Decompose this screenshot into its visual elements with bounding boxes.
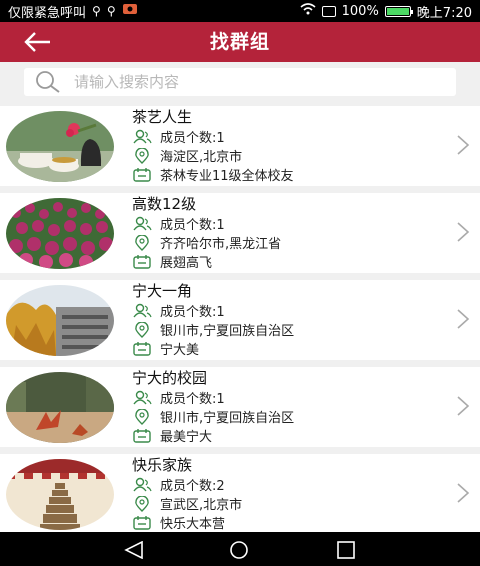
people-icon [132, 216, 152, 232]
member-count: 成员个数:1 [160, 131, 225, 146]
calendar-icon [132, 515, 152, 531]
group-description: 快乐大本营 [160, 517, 226, 532]
wifi-icon [300, 3, 316, 19]
group-avatar [6, 198, 114, 269]
group-avatar [6, 111, 114, 182]
group-description: 宁大美 [160, 343, 200, 358]
system-nav-bar [0, 532, 480, 566]
location-pin-icon [132, 495, 152, 512]
location-pin-icon [132, 408, 152, 425]
search-area [0, 62, 480, 98]
group-name: 茶艺人生 [132, 108, 193, 126]
list-item[interactable]: 高数12级 成员个数:1 齐齐哈尔市,黑龙江省 展翅高飞 [0, 193, 480, 273]
people-icon [132, 390, 152, 406]
back-triangle-icon[interactable] [124, 541, 144, 559]
chevron-right-icon [457, 483, 470, 503]
member-count: 成员个数:1 [160, 392, 225, 407]
member-count: 成员个数:2 [160, 479, 225, 494]
group-location: 银川市,宁夏回族自治区 [160, 324, 295, 339]
calendar-icon [132, 254, 152, 270]
clock: 晚上7:20 [416, 5, 472, 21]
page-title: 找群组 [209, 31, 270, 53]
chevron-right-icon [457, 309, 470, 329]
member-count: 成员个数:1 [160, 218, 225, 233]
group-description: 最美宁大 [160, 430, 213, 445]
group-name: 快乐家族 [132, 456, 193, 474]
battery-percent: 100% [341, 3, 379, 19]
group-description: 茶林专业11级全体校友 [160, 169, 294, 184]
people-icon [132, 129, 152, 145]
group-avatar [6, 285, 114, 356]
search-icon [36, 71, 60, 93]
group-name: 宁大的校园 [132, 369, 208, 387]
header-bar: 找群组 [0, 22, 480, 62]
usb-icon: ⚲ [106, 4, 116, 18]
group-name: 高数12级 [132, 195, 197, 213]
group-list: 茶艺人生 成员个数:1 海淀区,北京市 茶林专业11级全体校友 高数12级 成员… [0, 106, 480, 532]
list-item[interactable]: 快乐家族 成员个数:2 宣武区,北京市 快乐大本营 [0, 454, 480, 532]
people-icon [132, 303, 152, 319]
chevron-right-icon [457, 222, 470, 242]
group-location: 宣武区,北京市 [160, 498, 243, 513]
group-avatar [6, 459, 114, 530]
group-location: 银川市,宁夏回族自治区 [160, 411, 295, 426]
list-item[interactable]: 茶艺人生 成员个数:1 海淀区,北京市 茶林专业11级全体校友 [0, 106, 480, 186]
calendar-icon [132, 428, 152, 444]
chevron-right-icon [457, 396, 470, 416]
status-bar: 仅限紧急呼叫 ⚲ ⚲ 100% 晚上7:20 [0, 0, 480, 22]
group-avatar [6, 372, 114, 443]
group-location: 齐齐哈尔市,黑龙江省 [160, 237, 282, 252]
calendar-icon [132, 341, 152, 357]
sim-icon [321, 5, 336, 17]
member-count: 成员个数:1 [160, 305, 225, 320]
location-pin-icon [132, 147, 152, 164]
location-pin-icon [132, 321, 152, 338]
chevron-right-icon [457, 135, 470, 155]
search-box[interactable] [24, 68, 456, 96]
calendar-icon [132, 167, 152, 183]
notification-icon [122, 3, 138, 19]
recents-square-icon[interactable] [336, 541, 356, 559]
group-location: 海淀区,北京市 [160, 150, 243, 165]
location-pin-icon [132, 234, 152, 251]
carrier-text: 仅限紧急呼叫 [8, 5, 87, 21]
search-input[interactable] [72, 72, 436, 92]
home-circle-icon[interactable] [229, 541, 249, 559]
usb-icon: ⚲ [92, 4, 101, 18]
people-icon [132, 477, 152, 493]
list-item[interactable]: 宁大一角 成员个数:1 银川市,宁夏回族自治区 宁大美 [0, 280, 480, 360]
battery-icon [384, 5, 413, 17]
group-name: 宁大一角 [132, 282, 193, 300]
group-description: 展翅高飞 [160, 256, 213, 271]
list-item[interactable]: 宁大的校园 成员个数:1 银川市,宁夏回族自治区 最美宁大 [0, 367, 480, 447]
